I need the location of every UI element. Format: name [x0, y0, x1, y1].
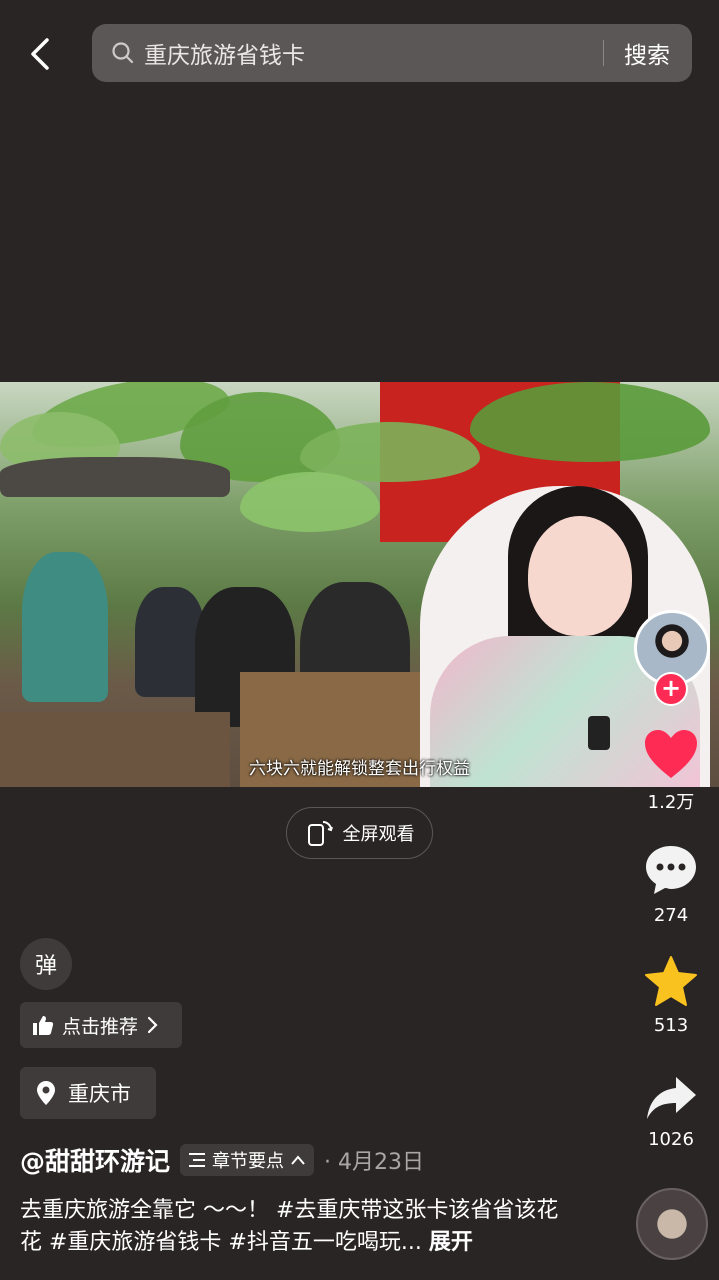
video-description: 去重庆旅游全靠它 ～～！ #去重庆带这张卡该省省该花花 #重庆旅游省钱卡 #抖音… [20, 1195, 580, 1259]
like-count: 1.2万 [647, 792, 695, 813]
location-label: 重庆市 [68, 1082, 131, 1106]
comment-count: 274 [653, 905, 689, 926]
favorite-button[interactable]: 513 [621, 955, 719, 1036]
like-button[interactable]: 1.2万 [621, 728, 719, 814]
umbrella [0, 457, 230, 497]
favorite-count: 513 [653, 1015, 689, 1036]
description-text: 去重庆旅游全靠它 ～～！ #去重庆带这张卡该省省该花花 #重庆旅游省钱卡 #抖音… [20, 1198, 559, 1255]
danmu-label: 弹 [34, 954, 57, 979]
author-avatar[interactable]: + [634, 610, 710, 706]
thumbs-up-icon [33, 1016, 54, 1035]
microphone-icon [588, 716, 610, 750]
share-count: 1026 [648, 1129, 694, 1150]
search-submit-button[interactable]: 搜索 [604, 36, 692, 70]
author-row: @甜甜环游记 章节要点 · 4月23日 [20, 1140, 424, 1180]
fullscreen-label: 全屏观看 [342, 824, 415, 845]
comment-button[interactable]: 274 [621, 843, 719, 926]
search-bar[interactable]: 重庆旅游省钱卡 搜索 [92, 24, 692, 82]
person [22, 552, 108, 702]
heart-icon [645, 730, 697, 778]
video-player[interactable]: 六块六就能解锁整套出行权益 [0, 382, 719, 787]
post-date: · 4月23日 [324, 1150, 424, 1175]
author-name[interactable]: @甜甜环游记 [20, 1142, 170, 1178]
location-pin-icon [37, 1081, 55, 1105]
video-caption: 六块六就能解锁整套出行权益 [249, 759, 470, 779]
chapter-label: 章节要点 [212, 1151, 285, 1172]
share-arrow-icon [647, 1077, 696, 1119]
comment-icon [646, 846, 696, 894]
banana-leaf [240, 472, 380, 532]
recommend-label: 点击推荐 [62, 1015, 139, 1038]
chevron-left-icon [31, 38, 49, 70]
location-tag[interactable]: 重庆市 [20, 1067, 156, 1119]
search-input[interactable]: 重庆旅游省钱卡 [144, 36, 603, 70]
rotate-phone-icon [307, 821, 333, 846]
chapter-button[interactable]: 章节要点 [180, 1144, 315, 1176]
search-icon [110, 40, 136, 66]
chevron-up-icon [291, 1155, 305, 1165]
follow-plus-icon[interactable]: + [654, 672, 688, 706]
back-button[interactable] [20, 34, 60, 74]
star-icon [645, 956, 697, 1006]
expand-button[interactable]: 展开 [429, 1230, 473, 1255]
fullscreen-button[interactable]: 全屏观看 [286, 807, 433, 859]
chevron-right-icon [147, 1016, 158, 1034]
recommend-button[interactable]: 点击推荐 [20, 1002, 182, 1048]
music-disc[interactable] [636, 1188, 708, 1260]
danmu-toggle-button[interactable]: 弹 [20, 938, 72, 990]
share-button[interactable]: 1026 [621, 1075, 719, 1150]
list-icon [189, 1153, 206, 1167]
